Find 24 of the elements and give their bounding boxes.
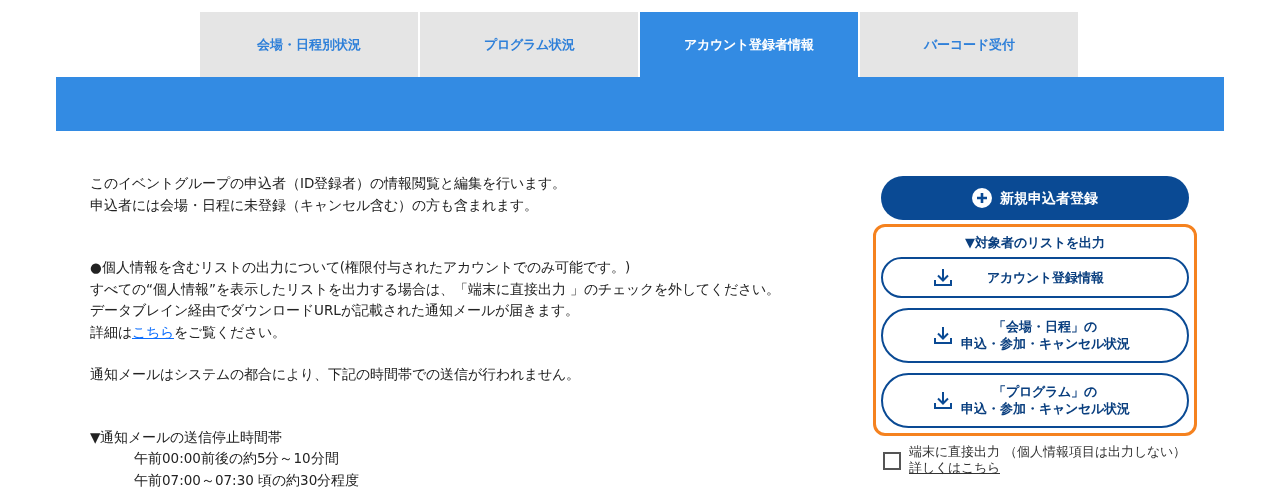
details-link[interactable]: 詳しくはこちら	[909, 459, 1000, 475]
stop-time-text: 午前00:00前後の約5分～10分間	[133, 449, 340, 468]
download-icon	[933, 390, 953, 410]
download-button[interactable]: 「会場・日程」の 申込・参加・キャンセル状況	[881, 307, 1189, 363]
mail-note-text: 通知メールはシステムの都合により、下記の時間帯での送信が行われません。	[90, 365, 581, 384]
stop-times-title: ▼通知メールの送信停止時間帯	[90, 427, 284, 447]
intro-text: 申込者には会場・日程に未登録（キャンセル含む）の方も含まれます。	[90, 195, 539, 215]
notice-text: ●個人情報を含むリストの出力について(権限付与されたアカウントでのみ可能です。)	[90, 258, 632, 277]
checkbox-label: 端末に直接出力 （個人情報項目は出力しない）	[909, 443, 1186, 460]
notice-text: データブレイン経由でダウンロードURLが記載された通知メールが届きます。	[90, 301, 580, 320]
intro-text: このイベントグループの申込者（ID登録者）の情報閲覧と編集を行います。	[90, 174, 568, 193]
stop-time-text: 午前07:00～07:30 頃の約30分程度	[133, 470, 361, 490]
detail-link[interactable]: こちら	[132, 323, 174, 340]
checkbox[interactable]	[883, 451, 901, 470]
detail-text: 詳細は こちら をご覧ください。	[90, 322, 287, 342]
download-icon	[933, 325, 953, 345]
new-registrant-button[interactable]: 新規申込者登録	[881, 176, 1189, 220]
plus-icon	[972, 188, 992, 208]
notice-text: すべての“個人情報”を表示したリストを出力する場合は、「端末に直接出力 」のチェックを外してください。	[90, 279, 782, 299]
tab[interactable]: アカウント登録者情報	[640, 12, 858, 77]
download-icon	[933, 267, 953, 287]
download-button[interactable]: 「プログラム」の 申込・参加・キャンセル状況	[881, 372, 1189, 428]
export-title: ▼対象者のリストを出力	[964, 234, 1106, 252]
download-button[interactable]: アカウント登録情報	[881, 256, 1189, 298]
